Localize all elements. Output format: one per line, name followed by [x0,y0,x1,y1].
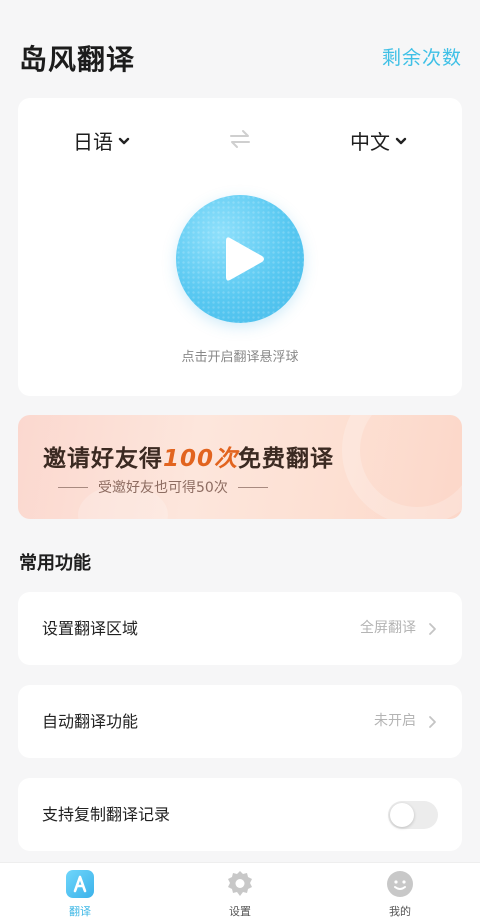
tab-label: 设置 [229,905,251,918]
banner-title: 邀请好友得100次免费翻译 [43,439,334,473]
tab-label: 翻译 [69,905,91,918]
gear-icon [228,871,252,896]
tab-settings[interactable]: 设置 [200,869,280,919]
tab-translate[interactable]: 翻译 [40,869,120,919]
banner-title-prefix: 邀请好友得 [43,446,163,472]
row-label: 自动翻译功能 [42,712,139,731]
row-value: 全屏翻译 [360,620,416,636]
chevron-right-icon [429,716,436,728]
banner-title-highlight: 100次 [163,446,239,472]
source-language-selector[interactable]: 日语 [73,126,131,155]
header: 岛风翻译 剩余次数 [0,0,480,96]
app-title: 岛风翻译 [19,43,136,76]
source-language-label: 日语 [73,130,113,154]
translate-app-icon [66,870,94,898]
banner-decoration [342,415,462,519]
divider [237,486,268,488]
banner-title-suffix: 免费翻译 [238,446,335,472]
remaining-count-link[interactable]: 剩余次数 [382,43,462,70]
row-label: 设置翻译区域 [42,619,139,638]
translate-card: 日语 中文 点击开启翻译悬浮球 [18,98,462,396]
swap-languages-icon[interactable] [229,129,251,149]
feature-row-copy-records: 支持复制翻译记录 [18,778,462,851]
chevron-down-icon [395,137,407,144]
banner-subtitle: 受邀好友也可得50次 [58,477,268,497]
chevron-right-icon [429,623,436,635]
feature-row-translate-area[interactable]: 设置翻译区域 全屏翻译 [18,592,462,665]
floating-ball-hint: 点击开启翻译悬浮球 [181,350,299,365]
play-icon [226,237,264,281]
smiley-face-icon [387,871,413,897]
tab-label: 我的 [389,905,411,918]
bottom-tab-bar: 翻译 设置 我的 [0,862,480,921]
toggle-knob [390,803,414,827]
target-language-selector[interactable]: 中文 [350,126,408,155]
copy-records-toggle[interactable] [388,801,438,829]
tab-mine[interactable]: 我的 [360,869,440,919]
banner-subtitle-text: 受邀好友也可得50次 [98,480,228,496]
invite-banner[interactable]: 邀请好友得100次免费翻译 受邀好友也可得50次 [18,415,462,519]
start-floating-ball-button[interactable] [176,195,304,323]
section-title: 常用功能 [19,553,91,574]
row-value: 未开启 [374,713,416,729]
chevron-down-icon [118,137,130,144]
target-language-label: 中文 [350,130,390,154]
divider [58,486,88,488]
feature-row-auto-translate[interactable]: 自动翻译功能 未开启 [18,685,462,758]
row-label: 支持复制翻译记录 [42,805,171,824]
